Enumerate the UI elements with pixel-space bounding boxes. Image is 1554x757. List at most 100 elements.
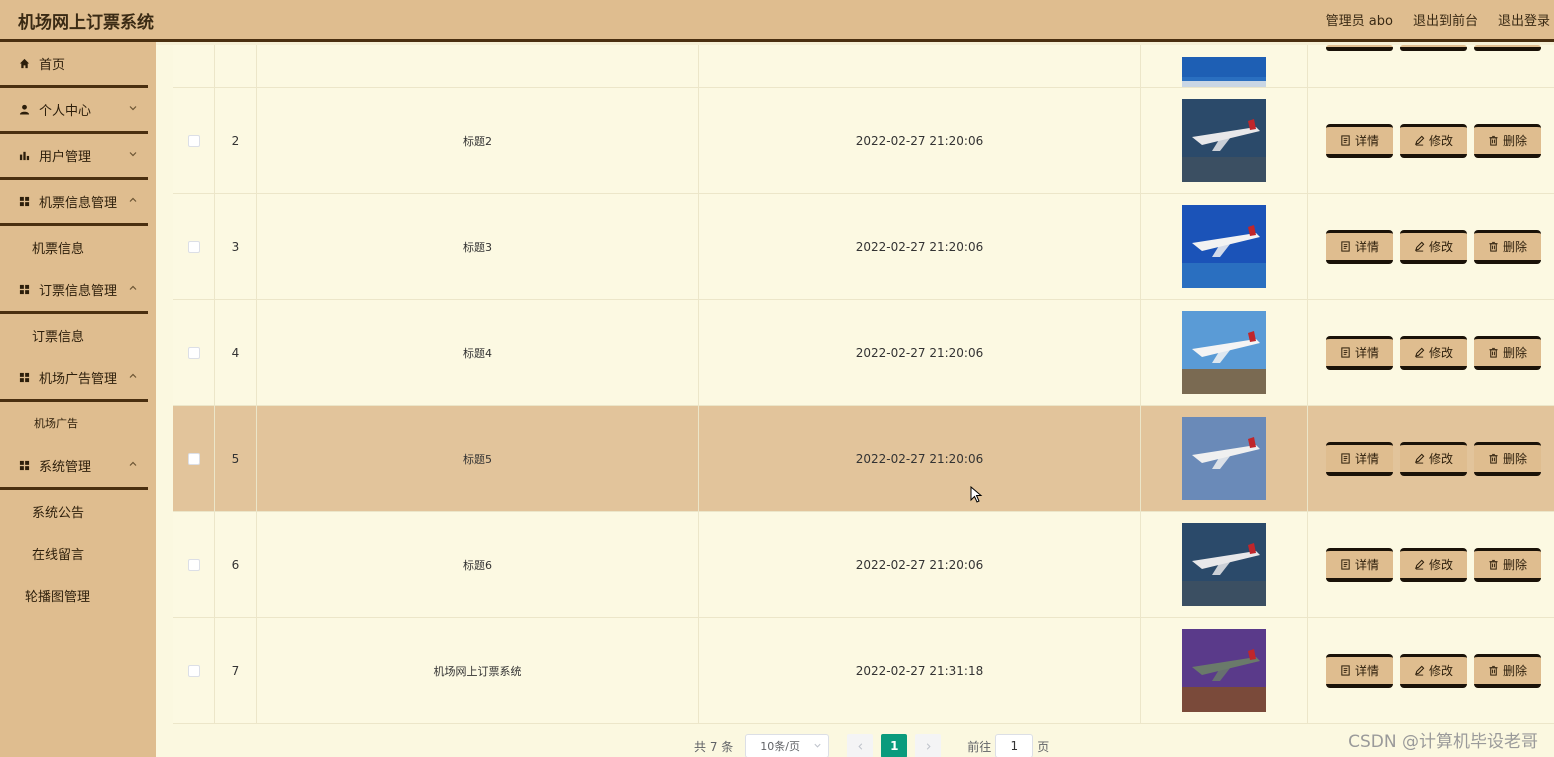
ticket-image [1182,99,1266,182]
menu-order-mgmt[interactable]: 订票信息管理 [0,268,148,314]
menu-users[interactable]: 用户管理 [0,134,148,180]
detail-label: 详情 [1354,451,1379,466]
delete-button[interactable]: 删除 [1474,547,1541,582]
edit-icon [1415,665,1425,676]
menu-order-mgmt-label: 订票信息管理 [39,284,118,299]
main-content: 2 标题2 2022-02-27 21:20:06 详情 修改 删除 3 标题3 2022-02… [156,45,1554,757]
submenu-ticket-info[interactable]: 机票信息 [0,226,156,268]
table-row: 2 标题2 2022-02-27 21:20:06 详情 修改 删除 [173,88,1554,194]
edit-button[interactable]: 修改 [1400,653,1467,688]
edit-label: 修改 [1428,557,1453,572]
edit-label: 修改 [1428,133,1453,148]
goto-page-input[interactable]: 1 [995,734,1034,757]
detail-label: 详情 [1354,133,1379,148]
page-size-select[interactable]: 10条/页 [745,734,830,757]
edit-button[interactable] [1400,45,1467,51]
edit-label: 修改 [1428,345,1453,360]
detail-button[interactable]: 详情 [1326,335,1393,370]
table-row: 5 标题5 2022-02-27 21:20:06 详情 修改 删除 [173,406,1554,512]
header-nav: 管理员 abo 退出到前台 退出登录 [1326,10,1550,29]
edit-icon [1415,453,1425,464]
chevron-right-icon [926,742,931,750]
next-page-button[interactable] [915,734,942,757]
chevron-down-icon [814,743,821,748]
trash-icon [1489,559,1498,570]
trash-icon [1489,135,1498,146]
detail-button[interactable]: 详情 [1326,441,1393,476]
document-icon [1341,134,1350,146]
menu-ticket-mgmt-label: 机票信息管理 [39,196,118,211]
menu-ticket-mgmt[interactable]: 机票信息管理 [0,180,148,226]
delete-label: 删除 [1502,133,1527,148]
page-size-value: 10条/页 [760,740,800,753]
delete-button[interactable] [1474,45,1541,51]
table-row: 4 标题4 2022-02-27 21:20:06 详情 修改 删除 [173,300,1554,406]
submenu-order-info[interactable]: 订票信息 [0,314,156,356]
delete-button[interactable]: 删除 [1474,335,1541,370]
goto-prefix: 前往 [967,739,992,754]
pagination-total: 共 7 条 [694,739,734,754]
delete-button[interactable]: 删除 [1474,441,1541,476]
submenu-notice[interactable]: 系统公告 [0,490,156,532]
delete-button[interactable]: 删除 [1474,653,1541,688]
mouse-cursor-icon [970,486,983,503]
detail-button[interactable]: 详情 [1326,229,1393,264]
delete-label: 删除 [1502,451,1527,466]
edit-button[interactable]: 修改 [1400,229,1467,264]
delete-label: 删除 [1502,557,1527,572]
row-checkbox[interactable] [187,346,200,359]
row-checkbox[interactable] [187,558,200,571]
menu-ad-mgmt-label: 机场广告管理 [39,372,118,387]
table-row-partial [173,45,1554,88]
delete-label: 删除 [1502,663,1527,678]
chevron-left-icon [858,742,862,750]
submenu-ad[interactable]: 机场广告 [0,402,156,444]
row-checkbox[interactable] [187,664,200,677]
row-checkbox[interactable] [187,134,200,147]
grid-icon [18,195,31,208]
prev-page-button[interactable] [847,734,874,757]
document-icon [1341,664,1350,676]
top-header: 机场网上订票系统 管理员 abo 退出到前台 退出登录 [0,0,1554,42]
edit-button[interactable]: 修改 [1400,441,1467,476]
row-checkbox[interactable] [187,240,200,253]
row-checkbox[interactable] [187,452,200,465]
edit-button[interactable]: 修改 [1400,335,1467,370]
page-number-button[interactable]: 1 [881,734,908,757]
menu-system[interactable]: 系统管理 [0,444,148,490]
goto-suffix: 页 [1037,739,1050,754]
submenu-carousel[interactable]: 轮播图管理 [0,574,156,616]
chevron-down-icon [129,106,137,111]
detail-button[interactable]: 详情 [1326,123,1393,158]
logout-link[interactable]: 退出登录 [1498,10,1550,29]
submenu-message[interactable]: 在线留言 [0,532,156,574]
edit-button[interactable]: 修改 [1400,123,1467,158]
row-time: 2022-02-27 21:20:06 [699,406,1141,511]
menu-ad-mgmt[interactable]: 机场广告管理 [0,356,148,402]
delete-button[interactable]: 删除 [1474,123,1541,158]
row-index: 4 [215,300,257,405]
delete-button[interactable]: 删除 [1474,229,1541,264]
row-title: 标题4 [257,300,699,405]
detail-button[interactable] [1326,45,1393,51]
menu-home[interactable]: 首页 [0,42,148,88]
detail-button[interactable]: 详情 [1326,547,1393,582]
detail-button[interactable]: 详情 [1326,653,1393,688]
grid-icon [18,371,31,384]
menu-personal[interactable]: 个人中心 [0,88,148,134]
edit-icon [1415,559,1425,570]
row-index: 7 [215,618,257,723]
detail-label: 详情 [1354,239,1379,254]
exit-to-front-link[interactable]: 退出到前台 [1413,10,1478,29]
watermark: CSDN @计算机毕设老哥 [1348,732,1538,752]
edit-label: 修改 [1428,239,1453,254]
chevron-up-icon [129,285,137,290]
sidebar: 首页 个人中心 用户管理 机票信息管理 机票信息 订票信息管理 订票信息 机场广… [0,42,156,757]
ticket-image [1182,417,1266,500]
row-title: 标题5 [257,406,699,511]
row-index: 2 [215,88,257,193]
row-title: 标题3 [257,194,699,299]
row-title: 机场网上订票系统 [257,618,699,723]
row-index: 6 [215,512,257,617]
edit-button[interactable]: 修改 [1400,547,1467,582]
